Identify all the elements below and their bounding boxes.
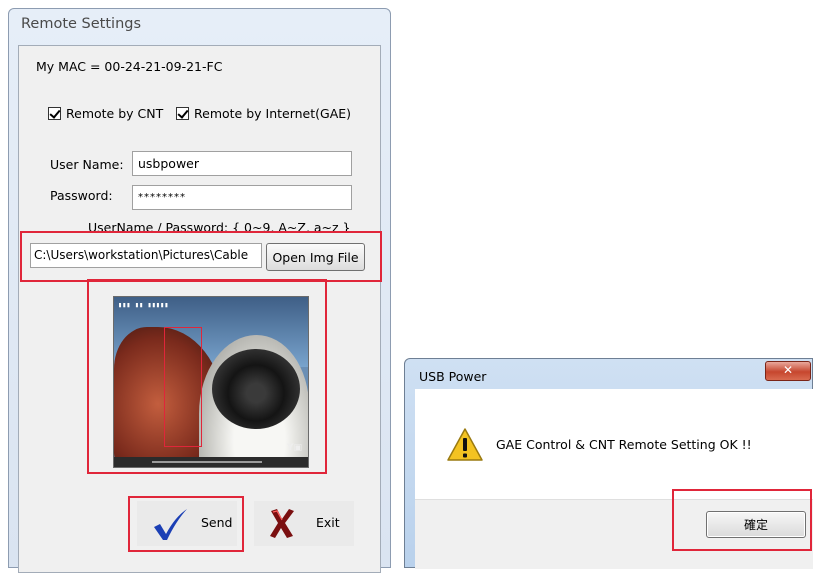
highlight-box-image-path	[20, 231, 382, 282]
dialog-title: USB Power	[419, 369, 487, 384]
highlight-box-preview	[87, 279, 327, 474]
dialog-message: GAE Control & CNT Remote Setting OK !!	[496, 437, 752, 452]
close-icon: ✕	[782, 363, 794, 377]
highlight-box-ok	[672, 489, 812, 551]
x-icon	[270, 509, 294, 538]
remote-by-cnt-label: Remote by CNT	[66, 106, 164, 121]
checkbox-check-icon[interactable]	[48, 107, 61, 120]
exit-label: Exit	[316, 515, 340, 530]
password-label: Password:	[50, 188, 113, 203]
username-label: User Name:	[50, 157, 124, 172]
password-field[interactable]: ********	[132, 185, 352, 210]
exit-button[interactable]: Exit	[254, 501, 354, 546]
window-title: Remote Settings	[21, 16, 142, 32]
warning-icon	[447, 428, 483, 461]
remote-by-internet-checkbox[interactable]: Remote by Internet(GAE)	[176, 106, 351, 121]
checkbox-check-icon[interactable]	[176, 107, 189, 120]
remote-by-internet-label: Remote by Internet(GAE)	[194, 106, 352, 121]
username-field[interactable]: usbpower	[132, 151, 352, 176]
close-button[interactable]: ✕	[765, 361, 811, 381]
remote-by-cnt-checkbox[interactable]: Remote by CNT	[48, 106, 163, 121]
highlight-box-send	[128, 496, 244, 552]
mac-address-label: My MAC = 00-24-21-09-21-FC	[36, 59, 223, 74]
